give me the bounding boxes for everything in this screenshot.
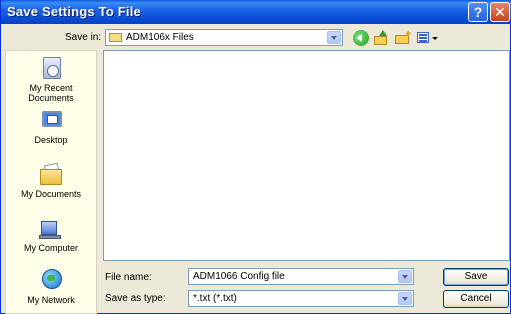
place-label: My Recent Documents (28, 83, 74, 103)
place-label: My Documents (20, 189, 82, 199)
desktop-icon (38, 107, 64, 133)
place-my-recent-documents[interactable]: My Recent Documents (6, 55, 96, 103)
place-my-network[interactable]: My Network (6, 267, 96, 305)
file-name-field[interactable]: ADM1066 Config file (188, 268, 414, 285)
places-bar: My Recent Documents Desktop My Documents… (5, 50, 97, 314)
place-my-documents[interactable]: My Documents (6, 161, 96, 199)
save-dialog: Save Settings To File ? ✕ Save in: ADM10… (0, 0, 511, 314)
chevron-down-icon[interactable] (398, 270, 412, 283)
file-name-label: File name: (105, 272, 152, 283)
views-menu-icon[interactable] (417, 30, 439, 46)
chevron-down-icon[interactable] (398, 292, 412, 305)
my-documents-icon (38, 161, 64, 187)
save-as-type-label: Save as type: (105, 293, 166, 304)
up-folder-icon[interactable] (373, 30, 389, 46)
file-list[interactable] (103, 50, 510, 261)
cancel-button[interactable]: Cancel (443, 290, 509, 308)
title-bar[interactable]: Save Settings To File ? ✕ (1, 0, 511, 24)
place-label: My Network (27, 295, 75, 305)
close-button[interactable]: ✕ (490, 2, 510, 22)
recent-documents-icon (38, 55, 64, 81)
save-in-label: Save in: (65, 32, 102, 43)
window-title: Save Settings To File (7, 4, 141, 19)
help-button[interactable]: ? (468, 2, 488, 22)
place-label: Desktop (34, 135, 68, 145)
folder-icon (109, 33, 122, 42)
place-label: My Computer (23, 243, 78, 253)
save-button[interactable]: Save (443, 268, 509, 286)
place-desktop[interactable]: Desktop (6, 107, 96, 145)
new-folder-icon[interactable]: ✦ (395, 30, 412, 46)
chevron-down-icon[interactable] (327, 31, 341, 44)
file-name-value: ADM1066 Config file (193, 271, 285, 282)
place-my-computer[interactable]: My Computer (6, 215, 96, 253)
my-computer-icon (38, 215, 64, 241)
save-in-value: ADM106x Files (126, 32, 194, 43)
my-network-icon (38, 267, 64, 293)
save-as-type-value: *.txt (*.txt) (193, 293, 237, 304)
back-icon[interactable] (353, 30, 369, 46)
save-in-dropdown[interactable]: ADM106x Files (105, 29, 343, 46)
save-as-type-select[interactable]: *.txt (*.txt) (188, 290, 414, 307)
